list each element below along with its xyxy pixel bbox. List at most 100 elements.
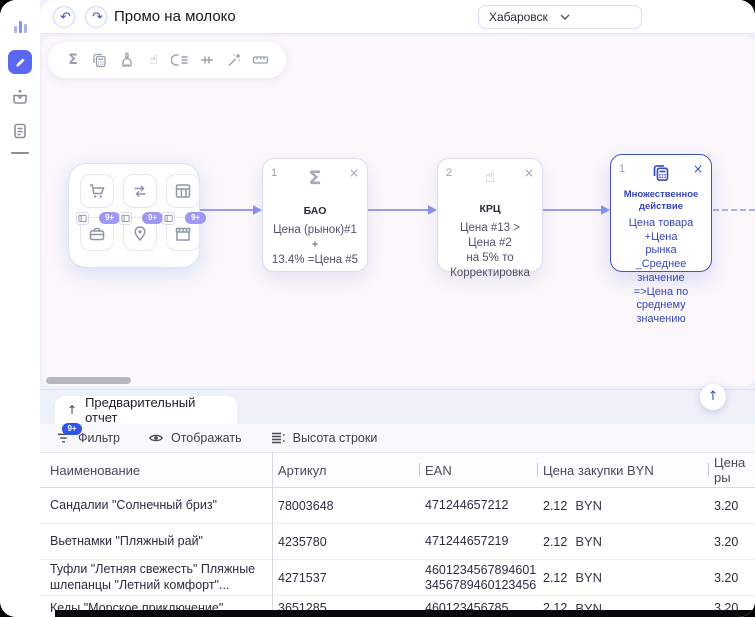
canvas-toolbar: Σ ☝ bbox=[48, 42, 286, 78]
header: ↶ ↷ Промо на молоко Хабаровск bbox=[40, 0, 755, 34]
hand-click-icon[interactable]: ☝ bbox=[145, 51, 163, 69]
flow-arrow bbox=[200, 204, 262, 216]
node-index: 2 bbox=[446, 167, 460, 179]
map-pin-icon bbox=[131, 225, 149, 243]
node-line: на 5% то bbox=[446, 251, 534, 266]
palette-location-button[interactable]: 9+ bbox=[123, 217, 157, 251]
row-height-icon bbox=[270, 430, 286, 446]
cart-icon bbox=[88, 182, 107, 200]
flow-node-multi-action[interactable]: 1 × Множественное действие Цена товара +… bbox=[610, 154, 712, 272]
cell-market-price: 3.20 bbox=[708, 560, 755, 595]
bar-chart-icon bbox=[12, 18, 29, 35]
table-header-row: Наименование Артикул EAN Цена закупки BY… bbox=[40, 452, 755, 488]
node-line: 13.4% =Цена #5 bbox=[271, 253, 359, 268]
redo-button[interactable]: ↷ bbox=[85, 6, 107, 28]
filter-icon: 9+ bbox=[55, 430, 71, 446]
multi-action-icon[interactable] bbox=[91, 51, 109, 69]
undo-button[interactable]: ↶ bbox=[53, 6, 75, 28]
flow-node-krc[interactable]: 2 ☝ × КРЦ Цена #13 > Цена #2 на 5% то Ко… bbox=[437, 158, 543, 272]
node-line: среднему значению bbox=[619, 299, 703, 327]
node-index: 1 bbox=[619, 163, 633, 175]
merge-icon[interactable] bbox=[198, 51, 216, 69]
palette-store-button[interactable]: 9+ bbox=[166, 217, 200, 251]
cell-sku: 4271537 bbox=[272, 560, 419, 595]
table-horizontal-scrollbar[interactable] bbox=[55, 610, 755, 617]
report-table: Наименование Артикул EAN Цена закупки BY… bbox=[40, 452, 755, 617]
row-height-button[interactable]: Высота строки bbox=[270, 430, 378, 446]
tab-preliminary-report[interactable]: ↑ Предварительный отчет bbox=[55, 396, 237, 424]
node-line: Корректировка bbox=[446, 266, 534, 281]
display-label: Отображать bbox=[171, 431, 242, 445]
chevron-down-icon bbox=[560, 14, 631, 20]
cell-ean: 471244657212 bbox=[425, 498, 508, 513]
display-button[interactable]: Отображать bbox=[148, 430, 242, 446]
flow-node-bao[interactable]: 1 Σ × БАО Цена (рынок)#1 + 13.4% =Цена #… bbox=[262, 158, 368, 272]
node-body: Цена #13 > Цена #2 на 5% то Корректировк… bbox=[446, 221, 534, 281]
table-row[interactable]: Вьетнамки "Пляжный рай" 4235780 47124465… bbox=[40, 524, 755, 560]
sidebar-divider bbox=[11, 152, 29, 154]
panel-separator bbox=[40, 389, 755, 390]
cell-currency: BYN bbox=[575, 534, 602, 549]
cell-ean: 471244657219 bbox=[425, 534, 508, 549]
table-row[interactable]: Сандалии "Солнечный бриз" 78003648 47124… bbox=[40, 488, 755, 524]
package-icon bbox=[11, 88, 29, 106]
column-header-ean[interactable]: EAN bbox=[419, 453, 537, 487]
cell-price: 2.12 bbox=[543, 499, 567, 513]
canvas-horizontal-scrollbar[interactable] bbox=[46, 377, 131, 384]
sum-icon[interactable]: Σ bbox=[64, 51, 82, 69]
node-line: Цена (рынок)#1 bbox=[271, 223, 359, 238]
brush-icon[interactable] bbox=[118, 51, 136, 69]
sidebar-item-analytics[interactable] bbox=[8, 14, 32, 38]
cell-market-price: 3.20 bbox=[708, 524, 755, 559]
book-mini-icon bbox=[76, 212, 89, 225]
cell-currency: BYN bbox=[575, 498, 602, 513]
palette-swap-button[interactable] bbox=[123, 174, 157, 208]
palette-table-button[interactable] bbox=[166, 174, 200, 208]
pencil-icon bbox=[14, 56, 27, 69]
node-line: Цена #13 > Цена #2 bbox=[446, 221, 534, 251]
cell-price: 2.12 bbox=[543, 535, 567, 549]
sidebar-item-products[interactable] bbox=[8, 85, 32, 109]
count-badge: 9+ bbox=[99, 212, 120, 224]
cell-name: Вьетнамки "Пляжный рай" bbox=[40, 524, 272, 559]
expand-panel-button[interactable]: ↑ bbox=[700, 384, 726, 410]
hand-click-icon: ☝ bbox=[460, 167, 520, 187]
cell-sku: 78003648 bbox=[272, 488, 419, 523]
node-line: Цена товара +Цена bbox=[619, 217, 703, 245]
palette-briefcase-button[interactable]: 9+ bbox=[80, 217, 114, 251]
palette-cart-button[interactable] bbox=[80, 174, 114, 208]
ruler-icon[interactable] bbox=[252, 51, 270, 69]
node-title: БАО bbox=[271, 205, 359, 217]
close-icon[interactable]: × bbox=[345, 167, 359, 179]
close-icon[interactable]: × bbox=[689, 163, 703, 175]
arrow-up-icon: ↑ bbox=[67, 403, 77, 417]
city-dropdown[interactable]: Хабаровск bbox=[478, 5, 642, 29]
briefcase-icon bbox=[88, 225, 106, 243]
filter-label: Фильтр bbox=[78, 431, 120, 445]
tab-label: Предварительный отчет bbox=[85, 395, 225, 425]
node-line: + bbox=[271, 238, 359, 253]
magic-wand-icon[interactable] bbox=[225, 51, 243, 69]
column-header-purchase-price[interactable]: Цена закупки BYN bbox=[537, 453, 708, 487]
node-title: КРЦ bbox=[446, 203, 534, 215]
close-icon[interactable]: × bbox=[520, 167, 534, 179]
sidebar-item-editor[interactable] bbox=[8, 50, 32, 74]
node-body: Цена (рынок)#1 + 13.4% =Цена #5 bbox=[271, 223, 359, 268]
store-icon bbox=[174, 225, 192, 243]
table-row[interactable]: Туфли "Летняя свежесть" Пляжные шлепанцы… bbox=[40, 560, 755, 596]
column-header-name[interactable]: Наименование bbox=[40, 453, 272, 487]
node-index: 1 bbox=[271, 167, 285, 179]
table-icon bbox=[174, 182, 192, 200]
filter-button[interactable]: 9+ Фильтр bbox=[55, 430, 120, 446]
multi-action-icon bbox=[633, 163, 689, 183]
condition-list-icon[interactable] bbox=[171, 51, 189, 69]
count-badge: 9+ bbox=[142, 212, 163, 224]
column-header-sku[interactable]: Артикул bbox=[272, 453, 419, 487]
cell-name: Сандалии "Солнечный бриз" bbox=[40, 488, 272, 523]
frozen-column-divider bbox=[272, 452, 273, 610]
cell-sku: 4235780 bbox=[272, 524, 419, 559]
sidebar-item-documents[interactable] bbox=[8, 119, 32, 143]
column-header-market-price[interactable]: Цена ры bbox=[708, 453, 755, 487]
node-line: рынка _Среднее bbox=[619, 244, 703, 272]
sigma-icon: Σ bbox=[285, 167, 345, 189]
